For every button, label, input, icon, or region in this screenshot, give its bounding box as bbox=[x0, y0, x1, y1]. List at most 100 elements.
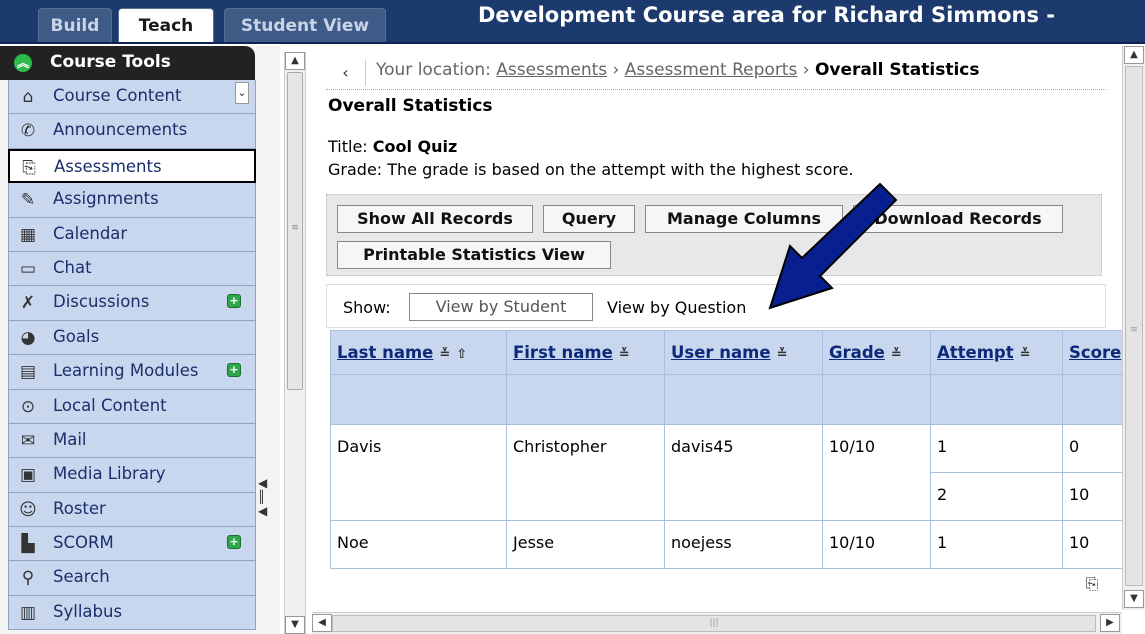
home-icon: ⌂ bbox=[22, 87, 34, 107]
sidebar-item-learning-modules[interactable]: ▤ Learning Modules + bbox=[8, 355, 256, 390]
column-header-user-name[interactable]: User name ≚ bbox=[664, 330, 823, 375]
search-icon: ⚲ bbox=[21, 568, 35, 589]
column-header-score[interactable]: Score bbox=[1061, 330, 1129, 375]
sort-icon[interactable]: ≚ bbox=[439, 347, 450, 362]
sidebar-item-goals[interactable]: ◕ Goals bbox=[8, 320, 256, 356]
breadcrumb: ‹ Your location: Assessments › Assessmen… bbox=[326, 58, 1106, 90]
cell-attempt[interactable]: 1 bbox=[930, 520, 1063, 569]
column-header-grade[interactable]: Grade ≚ bbox=[822, 330, 931, 375]
chevron-double-down-icon[interactable]: ⌄ bbox=[235, 82, 249, 104]
course-tools-sidebar: ︽ Course Tools ⌂ Course Content ⌄ ✆ Anno… bbox=[0, 46, 280, 634]
quiz-title: Title: Cool Quiz bbox=[328, 137, 457, 156]
tab-build[interactable]: Build bbox=[38, 8, 112, 42]
content-vertical-scroll-thumb[interactable]: ≡ bbox=[1125, 66, 1143, 586]
sidebar-item-roster[interactable]: ☺ Roster bbox=[8, 492, 256, 528]
sidebar-item-syllabus[interactable]: ▥ Syllabus bbox=[8, 595, 256, 631]
chevron-left-icon[interactable]: ‹ bbox=[326, 60, 366, 86]
mail-icon: ✉ bbox=[20, 430, 36, 451]
sidebar-item-label: Mail bbox=[53, 429, 87, 449]
show-all-records-button[interactable]: Show All Records bbox=[337, 205, 533, 233]
quiz-title-value: Cool Quiz bbox=[372, 137, 458, 156]
sidebar-item-label: Assessments bbox=[54, 156, 162, 176]
sidebar-item-search[interactable]: ⚲ Search bbox=[8, 561, 256, 596]
column-header-last-name[interactable]: Last name ≚ ⇧ bbox=[330, 330, 507, 375]
sidebar-scroll-thumb[interactable]: ≡ bbox=[287, 72, 303, 390]
sidebar-item-chat[interactable]: ▭ Chat bbox=[8, 251, 256, 287]
scroll-left-icon[interactable]: ◀ bbox=[312, 614, 332, 632]
tab-teach[interactable]: Teach bbox=[118, 8, 214, 42]
sidebar-item-label: Media Library bbox=[53, 464, 166, 484]
scroll-down-icon[interactable]: ▼ bbox=[1124, 590, 1144, 608]
sidebar-item-assessments[interactable]: ⎘ Assessments bbox=[8, 148, 256, 184]
breadcrumb-separator: › bbox=[797, 60, 815, 80]
local-content-icon: ⊙ bbox=[20, 396, 36, 417]
view-by-student-tab[interactable]: View by Student bbox=[409, 293, 593, 321]
printable-statistics-view-button[interactable]: Printable Statistics View bbox=[337, 241, 611, 269]
cell-score: 0 bbox=[1061, 424, 1129, 473]
scroll-up-icon[interactable]: ▲ bbox=[1124, 46, 1144, 64]
sidebar-item-label: Assignments bbox=[53, 189, 159, 209]
sidebar-item-calendar[interactable]: ▦ Calendar bbox=[8, 217, 256, 252]
top-bar: Build Teach Student View Development Cou… bbox=[0, 0, 1145, 44]
sidebar-item-label: Announcements bbox=[53, 120, 188, 140]
media-icon: ▣ bbox=[19, 465, 37, 486]
cell-grade: 10/10 bbox=[822, 520, 931, 569]
sidebar-item-assignments[interactable]: ✎ Assignments bbox=[8, 183, 256, 218]
cell-user-name: noejess bbox=[664, 520, 823, 569]
scroll-up-icon[interactable]: ▲ bbox=[285, 52, 305, 70]
panel-splitter[interactable]: ◀ ║ ◀ bbox=[258, 476, 276, 556]
sort-icon[interactable]: ≚ bbox=[1020, 347, 1031, 362]
tab-student-view[interactable]: Student View bbox=[224, 8, 386, 42]
sort-ascending-icon: ⇧ bbox=[456, 347, 468, 362]
content-horizontal-scrollbar[interactable]: ◀ ||| ▶ bbox=[312, 612, 1122, 634]
query-button[interactable]: Query bbox=[543, 205, 635, 233]
cell-attempt[interactable]: 1 bbox=[930, 424, 1063, 473]
sidebar-item-announcements[interactable]: ✆ Announcements bbox=[8, 114, 256, 149]
cell-attempt[interactable]: 2 bbox=[930, 472, 1063, 521]
cell-score: 10 bbox=[1061, 472, 1129, 521]
sidebar-item-label: Chat bbox=[53, 257, 92, 277]
breadcrumb-link-assessments[interactable]: Assessments bbox=[496, 60, 607, 80]
collapse-up-icon[interactable]: ︽ bbox=[14, 54, 32, 72]
table-row: Noe Jesse noejess 10/10 1 10 bbox=[330, 520, 1129, 569]
tool-list: ⌂ Course Content ⌄ ✆ Announcements ⎘ Ass… bbox=[8, 80, 256, 631]
course-title: Development Course area for Richard Simm… bbox=[478, 3, 1055, 27]
scroll-right-icon[interactable]: ▶ bbox=[1100, 614, 1120, 632]
cell-grade: 10/10 bbox=[822, 424, 931, 521]
syllabus-icon: ▥ bbox=[19, 602, 37, 623]
cell-score: 10 bbox=[1061, 520, 1129, 569]
content-vertical-scrollbar[interactable]: ▲ ≡ ▼ bbox=[1122, 46, 1145, 610]
course-tools-header[interactable]: ︽ Course Tools bbox=[0, 46, 255, 80]
roster-icon: ☺ bbox=[19, 499, 37, 520]
sort-icon[interactable]: ≚ bbox=[619, 347, 630, 362]
scorm-icon: ▙ bbox=[21, 534, 35, 555]
assessment-icon: ⎘ bbox=[22, 157, 36, 178]
sort-icon[interactable]: ≚ bbox=[891, 347, 902, 362]
assignment-icon: ✎ bbox=[20, 190, 36, 211]
breadcrumb-link-assessment-reports[interactable]: Assessment Reports bbox=[625, 60, 798, 80]
sidebar-item-mail[interactable]: ✉ Mail bbox=[8, 423, 256, 459]
scroll-down-icon[interactable]: ▼ bbox=[285, 616, 305, 634]
sidebar-item-local-content[interactable]: ⊙ Local Content bbox=[8, 389, 256, 424]
sidebar-item-course-content[interactable]: ⌂ Course Content ⌄ bbox=[8, 80, 256, 115]
view-toggle-bar: Show: View by Student View by Question bbox=[326, 284, 1106, 328]
grade-description: Grade: The grade is based on the attempt… bbox=[328, 160, 854, 179]
column-header-attempt[interactable]: Attempt ≚ bbox=[930, 330, 1063, 375]
main-content: ‹ Your location: Assessments › Assessmen… bbox=[312, 46, 1145, 634]
sidebar-item-media-library[interactable]: ▣ Media Library bbox=[8, 458, 256, 493]
calendar-icon: ▦ bbox=[19, 224, 37, 245]
sidebar-item-label: SCORM bbox=[53, 533, 114, 553]
content-horizontal-scroll-thumb[interactable]: ||| bbox=[332, 615, 1096, 632]
copy-icon[interactable]: ⎘ bbox=[1080, 574, 1104, 598]
view-by-question-tab[interactable]: View by Question bbox=[607, 298, 746, 317]
sort-icon[interactable]: ≚ bbox=[777, 347, 788, 362]
sidebar-scrollbar[interactable]: ▲ ≡ ▼ bbox=[284, 52, 306, 634]
course-tools-label: Course Tools bbox=[50, 52, 171, 72]
goals-icon: ◕ bbox=[20, 327, 36, 348]
column-header-first-name[interactable]: First name ≚ bbox=[506, 330, 665, 375]
sidebar-item-label: Syllabus bbox=[53, 601, 123, 621]
breadcrumb-prefix: Your location: bbox=[376, 60, 497, 80]
sidebar-item-scorm[interactable]: ▙ SCORM + bbox=[8, 527, 256, 562]
discussion-icon: ✗ bbox=[20, 293, 36, 314]
sidebar-item-discussions[interactable]: ✗ Discussions + bbox=[8, 286, 256, 321]
